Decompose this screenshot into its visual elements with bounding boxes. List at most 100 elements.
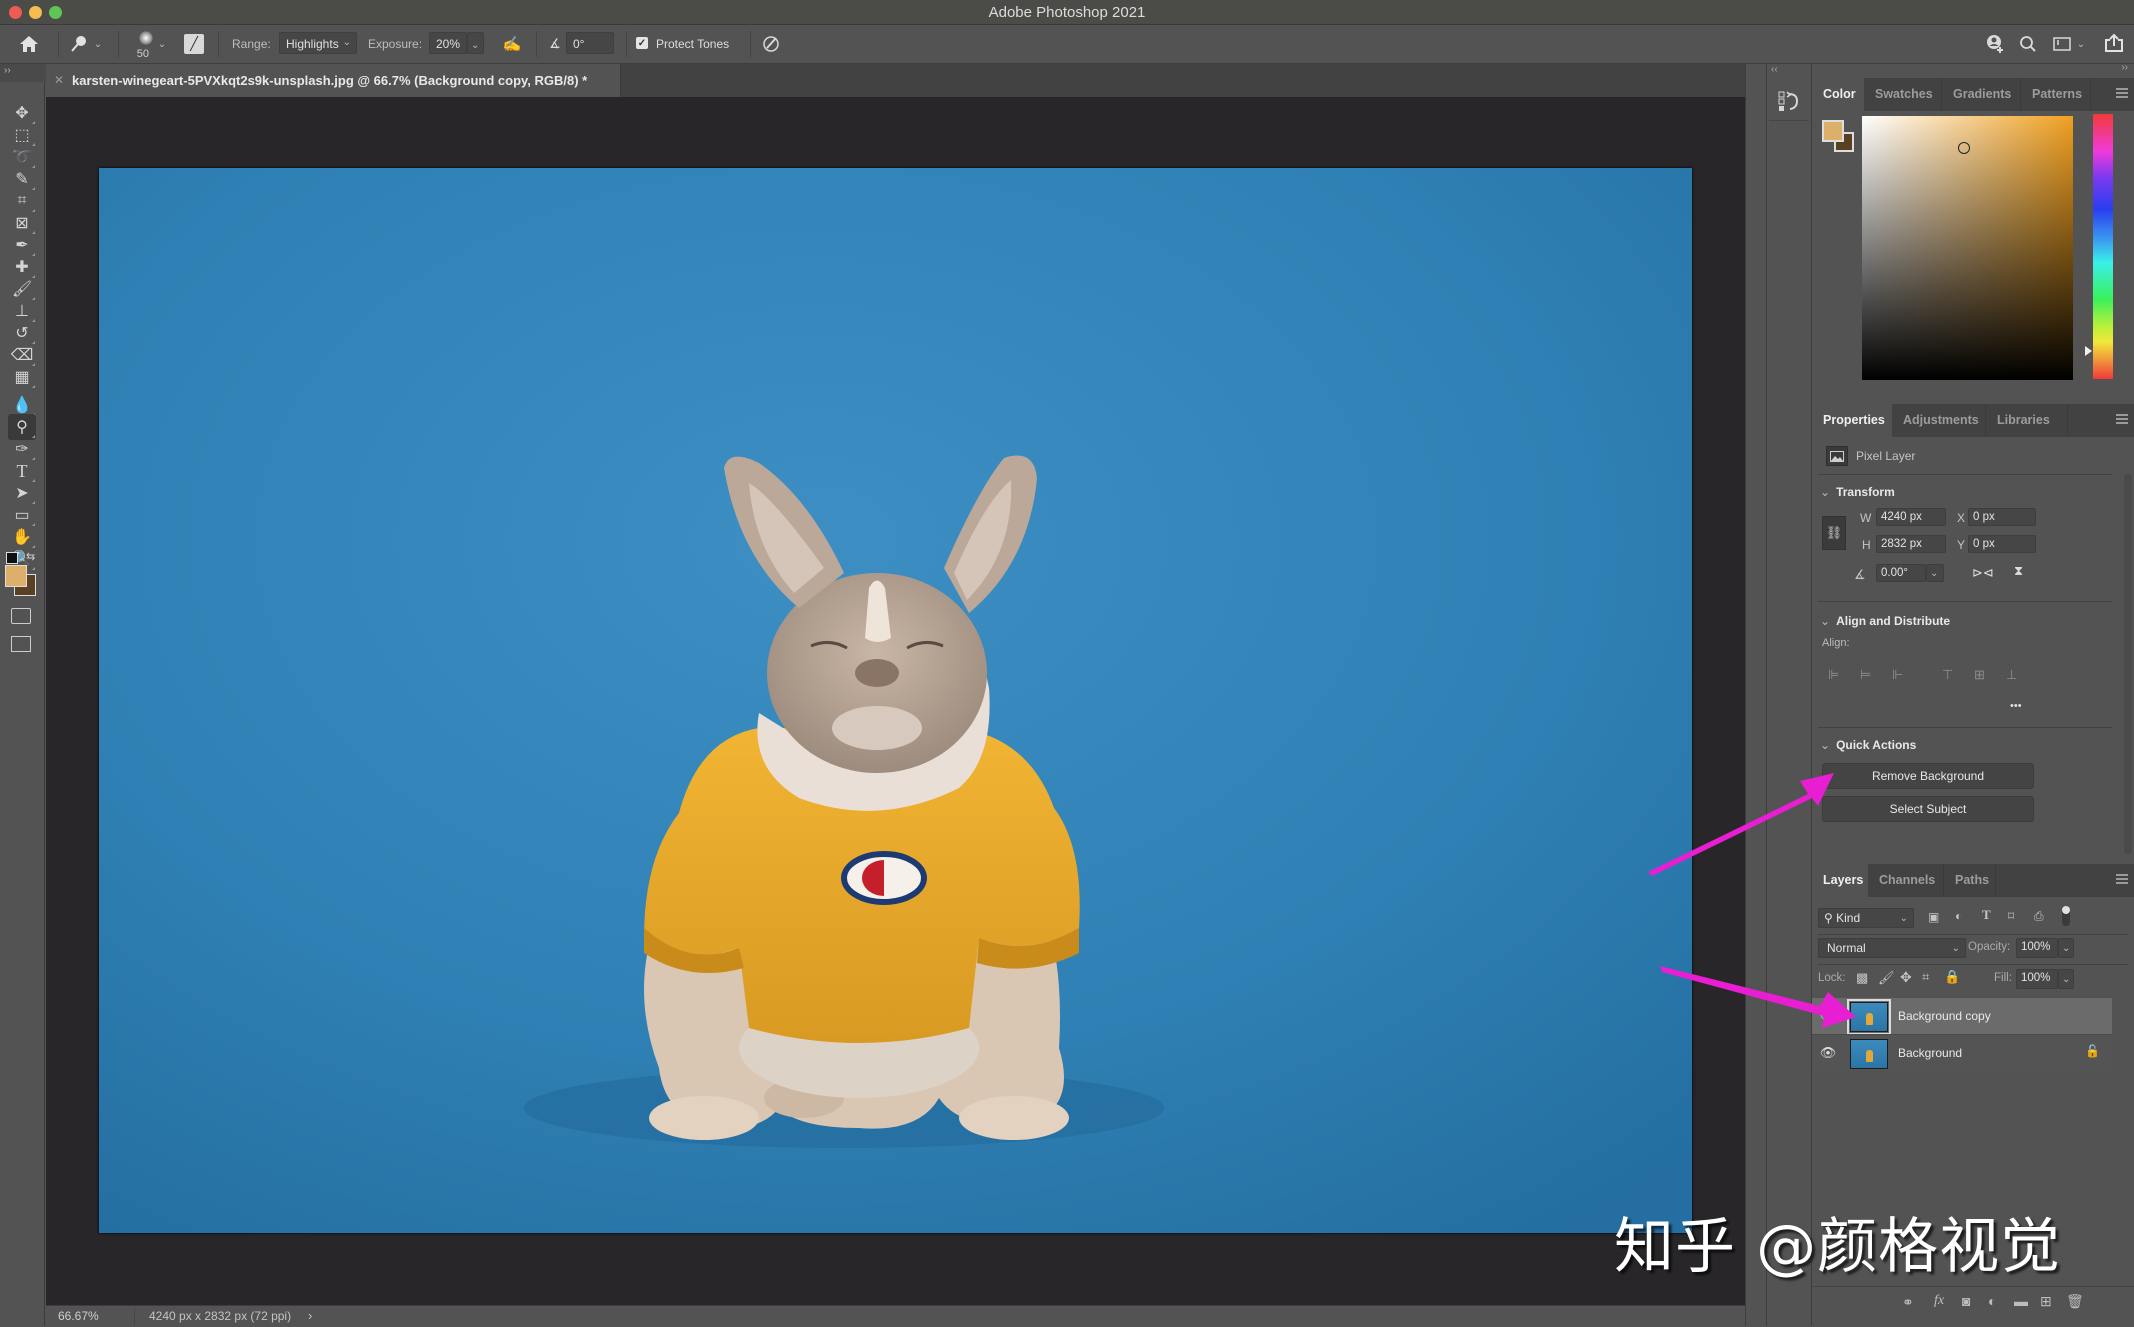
quick-mask-mode-icon[interactable] [11, 608, 31, 624]
tab-patterns[interactable]: Patterns [2021, 78, 2091, 111]
fill-input[interactable]: 100% [2016, 969, 2058, 989]
gradient-tool[interactable]: ▦ [8, 364, 36, 390]
align-horizontal-centers-icon[interactable]: ⊨ [1860, 667, 1871, 683]
adjustment-layer-icon[interactable]: ◐ [1988, 1293, 1996, 1309]
align-left-edges-icon[interactable]: ⊫ [1828, 667, 1839, 683]
rotation-dropdown[interactable]: ⌄ [1926, 564, 1944, 582]
new-layer-icon[interactable]: ⊞ [2040, 1293, 2052, 1310]
align-right-edges-icon[interactable]: ⊩ [1892, 667, 1903, 683]
lock-transparent-pixels-icon[interactable]: ▩ [1856, 970, 1868, 986]
filter-toggle-switch[interactable] [2062, 906, 2070, 926]
status-more-button[interactable]: › [308, 1308, 312, 1323]
new-group-icon[interactable]: ▬ [2014, 1293, 2028, 1309]
lock-image-pixels-icon[interactable]: 🖌 [1878, 970, 1895, 986]
opacity-dropdown[interactable]: ⌄ [2058, 938, 2074, 958]
delete-layer-icon[interactable]: 🗑 [2066, 1293, 2084, 1310]
color-picker-field[interactable] [1862, 116, 2073, 380]
layer-row-background[interactable]: 👁 Background 🔓 [1812, 1034, 2112, 1071]
collapse-panels-icon[interactable]: ›› [2121, 62, 2128, 73]
tool-foreground-color[interactable] [5, 565, 27, 587]
tab-properties[interactable]: Properties [1812, 404, 1892, 437]
tab-layers[interactable]: Layers [1812, 864, 1868, 897]
height-input[interactable]: 2832 px [1876, 535, 1946, 553]
expand-panels-icon[interactable]: ‹‹ [1771, 64, 1778, 75]
hue-slider-handle[interactable] [2085, 346, 2092, 356]
tab-paths[interactable]: Paths [1944, 864, 1996, 897]
screen-mode-icon[interactable] [11, 636, 31, 652]
brush-settings-button[interactable]: ╱ [184, 34, 204, 54]
flip-horizontal-button[interactable]: ⊳⊲ [1972, 565, 1994, 581]
range-select[interactable]: Highlights ⌄ [279, 32, 357, 54]
add-mask-icon[interactable]: ◙ [1962, 1293, 1970, 1309]
search-button[interactable] [2017, 33, 2039, 55]
tab-adjustments[interactable]: Adjustments [1892, 404, 1986, 437]
transform-section-toggle[interactable]: ⌄ Transform [1820, 485, 1895, 499]
layers-panel-menu-icon[interactable] [2116, 874, 2128, 884]
color-panel-menu-icon[interactable] [2116, 88, 2128, 98]
zoom-level[interactable]: 66.67% [58, 1309, 99, 1323]
align-vertical-centers-icon[interactable]: ⊞ [1974, 667, 1985, 683]
layer-name[interactable]: Background [1898, 1046, 1962, 1060]
document-image[interactable] [99, 168, 1692, 1233]
airbrush-button[interactable]: ✍ [500, 33, 524, 55]
protect-tones-checkbox[interactable]: ✓ [636, 37, 648, 49]
pressure-size-button[interactable] [760, 33, 782, 55]
align-top-edges-icon[interactable]: ⊤ [1942, 667, 1953, 683]
rotation-input[interactable]: 0.00° [1876, 564, 1926, 582]
layer-row-background-copy[interactable]: 👁 Background copy [1812, 998, 2112, 1035]
align-section-toggle[interactable]: ⌄ Align and Distribute [1820, 614, 1950, 628]
tool-preset-picker[interactable]: ⌄ [66, 32, 106, 56]
brush-preset-picker[interactable]: 50 ⌄ [126, 27, 174, 61]
default-colors-icon[interactable] [6, 552, 18, 564]
tab-libraries[interactable]: Libraries [1986, 404, 2068, 437]
document-tab[interactable]: ✕ karsten-winegeart-5PVXkqt2s9k-unsplash… [46, 64, 621, 97]
remove-background-button[interactable]: Remove Background [1822, 763, 2034, 789]
blend-mode-select[interactable]: Normal ⌄ [1818, 938, 1966, 958]
filter-adjustment-layers-icon[interactable]: ◐ [1955, 909, 1962, 923]
tab-color[interactable]: Color [1812, 78, 1864, 111]
x-input[interactable]: 0 px [1968, 508, 2036, 526]
hue-slider[interactable] [2093, 114, 2113, 379]
lock-artboard-icon[interactable]: ⌗ [1922, 969, 1929, 985]
opacity-input[interactable]: 100% [2016, 938, 2058, 958]
lock-all-icon[interactable]: 🔒 [1944, 969, 1960, 985]
color-picker-cursor[interactable] [1958, 142, 1970, 154]
filter-shape-layers-icon[interactable]: ⌑ [2008, 909, 2014, 923]
fill-dropdown[interactable]: ⌄ [2058, 969, 2074, 989]
tab-swatches[interactable]: Swatches [1864, 78, 1942, 111]
tab-channels[interactable]: Channels [1868, 864, 1944, 897]
link-dimensions-button[interactable]: ⛓ [1822, 516, 1846, 550]
align-bottom-edges-icon[interactable]: ⊥ [2006, 667, 2017, 683]
share-button[interactable] [2102, 31, 2126, 55]
filter-smart-objects-icon[interactable]: ⎙ [2034, 909, 2044, 924]
eye-icon[interactable]: 👁 [1818, 1045, 1838, 1061]
properties-scrollbar[interactable] [2124, 474, 2132, 854]
exposure-dropdown[interactable]: ⌄ [467, 32, 484, 54]
more-align-options-button[interactable]: ••• [2010, 700, 2022, 712]
properties-panel-menu-icon[interactable] [2116, 414, 2128, 424]
close-tab-icon[interactable]: ✕ [54, 73, 64, 87]
layer-filter-kind-select[interactable]: ⚲ Kind ⌄ [1818, 908, 1914, 928]
swap-colors-icon[interactable]: ⇆ [26, 550, 38, 563]
y-input[interactable]: 0 px [1968, 535, 2036, 553]
exposure-input[interactable]: 20% [429, 32, 467, 54]
history-panel-button[interactable] [1769, 82, 1809, 121]
foreground-color-swatch[interactable] [1822, 120, 1844, 142]
quick-actions-section-toggle[interactable]: ⌄ Quick Actions [1820, 738, 1916, 752]
toolbar-collapse-handle[interactable]: ›› [0, 64, 46, 82]
workspace-switcher[interactable]: ⌄ [2050, 33, 2088, 55]
share-user-button[interactable] [1984, 33, 2006, 55]
brush-angle-input[interactable]: 0° [566, 32, 614, 54]
tab-gradients[interactable]: Gradients [1942, 78, 2021, 111]
filter-type-layers-icon[interactable]: T [1982, 907, 1991, 923]
lock-position-icon[interactable]: ✥ [1900, 969, 1912, 986]
link-layers-icon[interactable]: ⚭ [1902, 1294, 1914, 1311]
select-subject-button[interactable]: Select Subject [1822, 796, 2034, 822]
filter-pixel-layers-icon[interactable]: ▣ [1928, 910, 1939, 924]
layer-style-fx-icon[interactable]: fx [1934, 1293, 1944, 1309]
layer-lock-icon[interactable]: 🔓 [2085, 1044, 2100, 1058]
flip-vertical-button[interactable]: ⧗ [2014, 563, 2023, 579]
canvas-vertical-scrollbar[interactable] [1745, 64, 1764, 1326]
home-button[interactable] [16, 33, 42, 55]
layer-visibility-toggle[interactable]: 👁 [1818, 1008, 1838, 1024]
